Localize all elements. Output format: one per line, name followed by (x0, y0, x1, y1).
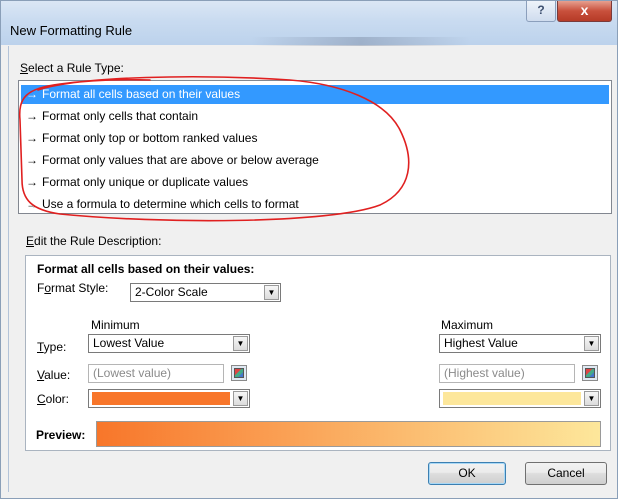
rule-type-item-label: Format only unique or duplicate values (42, 175, 249, 189)
chevron-down-icon[interactable]: ▼ (233, 336, 248, 351)
format-style-dropdown[interactable]: 2-Color Scale ▼ (130, 283, 281, 302)
window-title: New Formatting Rule (10, 23, 133, 38)
rule-type-item[interactable]: → Format all cells based on their values (21, 85, 609, 104)
range-picker-icon[interactable] (582, 365, 598, 381)
cancel-button[interactable]: Cancel (525, 462, 607, 485)
minimum-color-dropdown[interactable]: ▼ (88, 389, 250, 408)
rule-type-item-label: Format all cells based on their values (42, 87, 241, 101)
ok-button[interactable]: OK (428, 462, 506, 485)
maximum-type-dropdown[interactable]: Highest Value ▼ (439, 334, 601, 353)
rule-type-item[interactable]: → Format only values that are above or be… (21, 151, 609, 170)
arrow-right-icon: → (26, 197, 38, 211)
arrow-right-icon: → (26, 87, 38, 101)
maximum-type-value: Highest Value (444, 336, 518, 350)
format-style-value: 2-Color Scale (135, 285, 208, 299)
rule-type-item[interactable]: → Format only top or bottom ranked values (21, 129, 609, 148)
preview-label: Preview: (36, 428, 86, 442)
format-style-label: Format Style: (37, 281, 109, 295)
range-picker-icon[interactable] (231, 365, 247, 381)
chevron-down-icon[interactable]: ▼ (584, 336, 599, 351)
color-scale-preview (96, 421, 601, 447)
new-formatting-rule-dialog: New Formatting Rule ? x Select a Rule Ty… (0, 0, 618, 499)
arrow-right-icon: → (26, 153, 38, 167)
rule-type-list[interactable]: → Format all cells based on their values … (18, 80, 612, 214)
rule-type-item[interactable]: → Use a formula to determine which cells … (21, 195, 609, 214)
chevron-down-icon[interactable]: ▼ (584, 391, 599, 406)
rule-type-item-label: Format only top or bottom ranked values (42, 131, 258, 145)
rule-type-item[interactable]: → Format only cells that contain (21, 107, 609, 126)
minimum-color-swatch (92, 392, 230, 405)
minimum-label: Minimum (91, 318, 140, 332)
color-label: Color: (37, 392, 70, 406)
rule-type-item-label: Format only cells that contain (42, 109, 199, 123)
maximum-label: Maximum (441, 318, 494, 332)
value-label: Value: (37, 368, 71, 382)
maximum-color-dropdown[interactable]: ▼ (439, 389, 601, 408)
maximum-color-swatch (443, 392, 581, 405)
close-button[interactable]: x (557, 1, 612, 22)
title-bar[interactable]: New Formatting Rule ? x (1, 1, 617, 47)
rule-type-item-label: Use a formula to determine which cells t… (42, 197, 299, 211)
rule-type-item[interactable]: → Format only unique or duplicate values (21, 173, 609, 192)
maximum-value-input[interactable]: (Highest value) (439, 364, 575, 383)
rule-type-item-label: Format only values that are above or bel… (42, 153, 319, 167)
minimum-type-dropdown[interactable]: Lowest Value ▼ (88, 334, 250, 353)
arrow-right-icon: → (26, 131, 38, 145)
chevron-down-icon[interactable]: ▼ (264, 285, 279, 300)
type-label: Type: (37, 340, 67, 354)
minimum-type-value: Lowest Value (93, 336, 165, 350)
help-button[interactable]: ? (526, 1, 556, 22)
select-rule-type-label: Select a Rule Type: (20, 61, 124, 75)
arrow-right-icon: → (26, 109, 38, 123)
edit-rule-description-label: Edit the Rule Description: (26, 234, 162, 248)
chevron-down-icon[interactable]: ▼ (233, 391, 248, 406)
rule-description-heading: Format all cells based on their values: (37, 262, 255, 276)
minimum-value-input[interactable]: (Lowest value) (88, 364, 224, 383)
arrow-right-icon: → (26, 175, 38, 189)
